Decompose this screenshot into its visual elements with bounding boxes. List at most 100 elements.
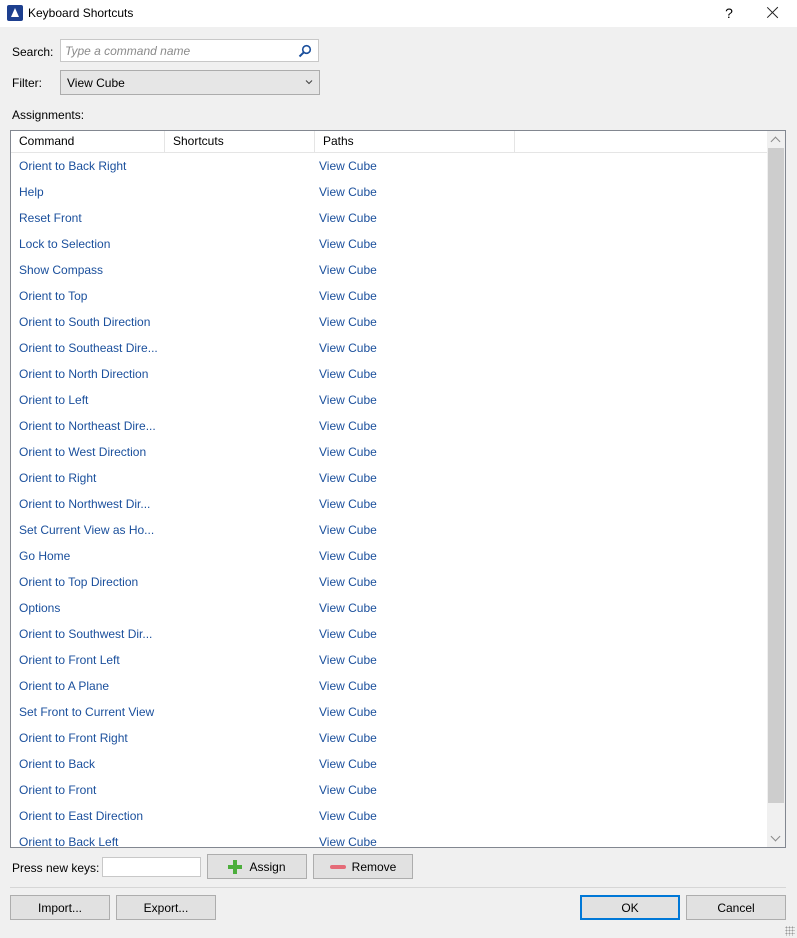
table-row[interactable]: Go Home View Cube (11, 543, 767, 569)
press-new-keys-label: Press new keys: (12, 861, 100, 875)
path-cell: View Cube (319, 549, 377, 563)
path-cell: View Cube (319, 575, 377, 589)
table-row[interactable]: Orient to Back Left View Cube (11, 829, 767, 848)
assignments-table[interactable]: Command Shortcuts Paths Orient to Back R… (10, 130, 786, 848)
path-cell: View Cube (319, 523, 377, 537)
command-cell: Options (19, 601, 61, 615)
scroll-down-arrow-icon[interactable] (767, 830, 785, 847)
search-label: Search: (12, 45, 54, 59)
scrollbar-thumb[interactable] (768, 148, 784, 803)
path-cell: View Cube (319, 185, 377, 199)
assignments-label: Assignments: (12, 108, 85, 122)
vertical-scrollbar[interactable] (767, 131, 785, 847)
table-row[interactable]: Orient to Back View Cube (11, 751, 767, 777)
help-button[interactable]: ? (718, 3, 740, 23)
table-row[interactable]: Options View Cube (11, 595, 767, 621)
table-row[interactable]: Orient to Top View Cube (11, 283, 767, 309)
command-cell: Orient to Back Right (19, 159, 127, 173)
filter-dropdown[interactable]: View Cube (60, 70, 320, 95)
resize-grip-icon[interactable] (785, 926, 795, 936)
path-cell: View Cube (319, 263, 377, 277)
footer-divider (10, 887, 786, 888)
table-row[interactable]: Orient to Right View Cube (11, 465, 767, 491)
assign-button-label: Assign (249, 859, 286, 874)
import-button[interactable]: Import... (10, 895, 110, 920)
table-row[interactable]: Help View Cube (11, 179, 767, 205)
path-cell: View Cube (319, 237, 377, 251)
table-row[interactable]: Orient to Front View Cube (11, 777, 767, 803)
command-cell: Set Front to Current View (19, 705, 155, 719)
table-row[interactable]: Orient to West Direction View Cube (11, 439, 767, 465)
column-header-paths[interactable]: Paths (315, 131, 515, 152)
table-header: Command Shortcuts Paths (11, 131, 767, 153)
table-row[interactable]: Orient to Front Left View Cube (11, 647, 767, 673)
assign-button[interactable]: Assign (207, 854, 307, 879)
column-header-shortcuts[interactable]: Shortcuts (165, 131, 315, 152)
column-header-command[interactable]: Command (11, 131, 165, 152)
search-field[interactable] (60, 39, 319, 62)
table-row[interactable]: Set Front to Current View View Cube (11, 699, 767, 725)
close-button[interactable] (762, 2, 784, 24)
command-cell: Orient to Top Direction (19, 575, 139, 589)
path-cell: View Cube (319, 211, 377, 225)
title-bar: Keyboard Shortcuts ? (0, 0, 797, 27)
filter-label: Filter: (12, 76, 42, 90)
command-cell: Orient to Top (19, 289, 88, 303)
table-row[interactable]: Orient to South Direction View Cube (11, 309, 767, 335)
path-cell: View Cube (319, 705, 377, 719)
table-row[interactable]: Orient to North Direction View Cube (11, 361, 767, 387)
table-row[interactable]: Orient to Front Right View Cube (11, 725, 767, 751)
table-row[interactable]: Orient to Left View Cube (11, 387, 767, 413)
scroll-up-arrow-icon[interactable] (767, 131, 785, 148)
path-cell: View Cube (319, 289, 377, 303)
path-cell: View Cube (319, 731, 377, 745)
command-cell: Orient to Front Right (19, 731, 128, 745)
table-row[interactable]: Orient to East Direction View Cube (11, 803, 767, 829)
table-row[interactable]: Orient to Top Direction View Cube (11, 569, 767, 595)
command-cell: Go Home (19, 549, 71, 563)
search-input[interactable] (65, 42, 290, 59)
new-keys-input[interactable] (102, 857, 201, 877)
cancel-button[interactable]: Cancel (686, 895, 786, 920)
ok-button[interactable]: OK (580, 895, 680, 920)
window-title: Keyboard Shortcuts (28, 6, 134, 20)
path-cell: View Cube (319, 809, 377, 823)
table-row[interactable]: Orient to Northwest Dir... View Cube (11, 491, 767, 517)
command-cell: Orient to Southeast Dire... (19, 341, 158, 355)
export-button[interactable]: Export... (116, 895, 216, 920)
chevron-down-icon (305, 80, 313, 85)
revit-app-icon (7, 5, 23, 21)
command-cell: Orient to Back Left (19, 835, 119, 848)
path-cell: View Cube (319, 679, 377, 693)
table-row[interactable]: Orient to Southwest Dir... View Cube (11, 621, 767, 647)
table-row[interactable]: Orient to Back Right View Cube (11, 153, 767, 179)
command-cell: Orient to Front Left (19, 653, 120, 667)
path-cell: View Cube (319, 783, 377, 797)
path-cell: View Cube (319, 601, 377, 615)
table-row[interactable]: Reset Front View Cube (11, 205, 767, 231)
command-cell: Orient to North Direction (19, 367, 149, 381)
remove-button[interactable]: Remove (313, 854, 413, 879)
path-cell: View Cube (319, 367, 377, 381)
table-row[interactable]: Orient to Southeast Dire... View Cube (11, 335, 767, 361)
table-row[interactable]: Orient to A Plane View Cube (11, 673, 767, 699)
path-cell: View Cube (319, 315, 377, 329)
command-cell: Lock to Selection (19, 237, 111, 251)
command-cell: Help (19, 185, 44, 199)
path-cell: View Cube (319, 627, 377, 641)
path-cell: View Cube (319, 497, 377, 511)
command-cell: Orient to Right (19, 471, 97, 485)
table-row[interactable]: Set Current View as Ho... View Cube (11, 517, 767, 543)
table-row[interactable]: Lock to Selection View Cube (11, 231, 767, 257)
command-cell: Orient to A Plane (19, 679, 110, 693)
command-cell: Orient to Southwest Dir... (19, 627, 153, 641)
command-cell: Orient to South Direction (19, 315, 151, 329)
search-icon[interactable] (298, 44, 312, 58)
table-row[interactable]: Show Compass View Cube (11, 257, 767, 283)
table-row[interactable]: Orient to Northeast Dire... View Cube (11, 413, 767, 439)
command-cell: Show Compass (19, 263, 104, 277)
path-cell: View Cube (319, 835, 377, 848)
command-cell: Reset Front (19, 211, 82, 225)
path-cell: View Cube (319, 393, 377, 407)
path-cell: View Cube (319, 757, 377, 771)
